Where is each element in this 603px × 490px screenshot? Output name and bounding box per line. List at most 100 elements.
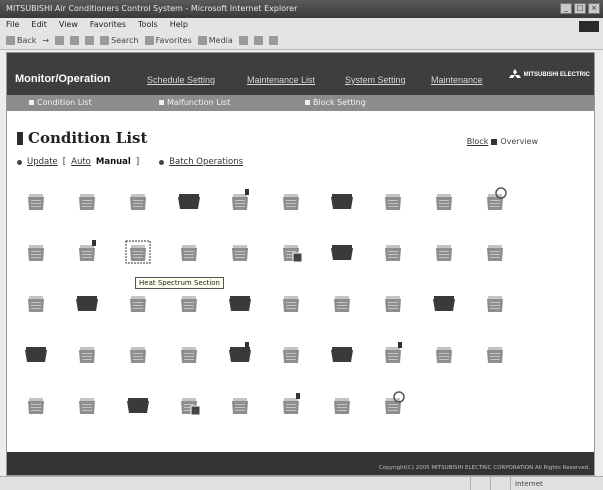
indoor-unit-off-icon[interactable] xyxy=(21,338,51,368)
indoor-unit-fan-icon[interactable] xyxy=(378,389,408,419)
forward-button[interactable]: → xyxy=(42,32,49,50)
indoor-unit-on-icon[interactable] xyxy=(378,287,408,317)
indoor-unit-on-icon[interactable] xyxy=(21,236,51,266)
forward-arrow-icon: → xyxy=(42,35,50,45)
indoor-unit-offalert-icon[interactable] xyxy=(225,338,255,368)
indoor-unit-off-icon[interactable] xyxy=(327,338,357,368)
indoor-unit-sel-icon[interactable] xyxy=(123,236,153,266)
minimize-button[interactable]: _ xyxy=(560,3,572,14)
favorites-label: Favorites xyxy=(155,35,192,45)
three-diamonds-icon xyxy=(508,69,521,78)
nav-monitor-operation[interactable]: Monitor/Operation xyxy=(15,73,110,85)
indoor-unit-alert-icon[interactable] xyxy=(225,185,255,215)
block-link[interactable]: Block xyxy=(467,137,489,146)
indoor-unit-on-icon[interactable] xyxy=(123,338,153,368)
mail-button[interactable] xyxy=(253,36,263,45)
update-link[interactable]: Update xyxy=(27,157,58,167)
history-button[interactable] xyxy=(238,36,248,45)
menu-view[interactable]: View xyxy=(59,18,78,32)
browser-toolbar: Back → Search Favorites Media xyxy=(0,32,603,50)
indoor-unit-on-icon[interactable] xyxy=(480,338,510,368)
print-button[interactable] xyxy=(268,36,278,45)
subnav-condition-list[interactable]: Condition List xyxy=(29,98,92,107)
menu-favorites[interactable]: Favorites xyxy=(90,18,126,32)
indoor-unit-on-icon[interactable] xyxy=(72,338,102,368)
indoor-unit-filter-icon[interactable] xyxy=(174,389,204,419)
indoor-unit-on-icon[interactable] xyxy=(327,287,357,317)
indoor-unit-on-icon[interactable] xyxy=(225,236,255,266)
indoor-unit-off-icon[interactable] xyxy=(72,287,102,317)
indoor-unit-off-icon[interactable] xyxy=(123,389,153,419)
indoor-unit-off-icon[interactable] xyxy=(429,287,459,317)
footer-bar: Copyright(C) 2005 MITSUBISHI ELECTRIC CO… xyxy=(7,452,594,475)
block-selector: Block Overview xyxy=(467,137,538,146)
overview-label[interactable]: Overview xyxy=(500,137,538,146)
manual-mode-selected[interactable]: Manual xyxy=(96,157,131,167)
close-button[interactable]: × xyxy=(588,3,600,14)
indoor-unit-on-icon[interactable] xyxy=(174,287,204,317)
indoor-unit-fan-icon[interactable] xyxy=(480,185,510,215)
stop-button[interactable] xyxy=(55,36,65,45)
brand-logo: MITSUBISHI ELECTRIC xyxy=(508,69,590,80)
indoor-unit-off-icon[interactable] xyxy=(225,287,255,317)
nav-maintenance[interactable]: Maintenance xyxy=(431,75,483,85)
indoor-unit-filter-icon[interactable] xyxy=(276,236,306,266)
media-label: Media xyxy=(208,35,233,45)
indoor-unit-alert-icon[interactable] xyxy=(72,236,102,266)
menu-help[interactable]: Help xyxy=(170,18,188,32)
subnav-malfunction-list[interactable]: Malfunction List xyxy=(159,98,230,107)
indoor-unit-off-icon[interactable] xyxy=(327,185,357,215)
maximize-button[interactable]: □ xyxy=(574,3,586,14)
indoor-unit-off-icon[interactable] xyxy=(174,185,204,215)
refresh-button[interactable] xyxy=(70,36,80,45)
indoor-unit-alert-icon[interactable] xyxy=(276,389,306,419)
indoor-unit-on-icon[interactable] xyxy=(123,185,153,215)
media-icon xyxy=(197,36,207,45)
indoor-unit-on-icon[interactable] xyxy=(276,287,306,317)
indoor-unit-on-icon[interactable] xyxy=(21,185,51,215)
home-button[interactable] xyxy=(85,36,95,45)
back-button[interactable]: Back xyxy=(6,32,36,50)
nav-maintenance-list[interactable]: Maintenance List xyxy=(247,75,315,85)
indoor-unit-on-icon[interactable] xyxy=(378,236,408,266)
media-button[interactable]: Media xyxy=(197,32,233,50)
mail-icon xyxy=(253,36,263,45)
top-navigation: Monitor/Operation Schedule Setting Maint… xyxy=(7,53,594,95)
refresh-icon xyxy=(70,36,80,45)
indoor-unit-on-icon[interactable] xyxy=(429,236,459,266)
indoor-unit-on-icon[interactable] xyxy=(327,389,357,419)
indoor-unit-on-icon[interactable] xyxy=(72,389,102,419)
search-button[interactable]: Search xyxy=(100,32,139,50)
indoor-unit-on-icon[interactable] xyxy=(429,185,459,215)
print-icon xyxy=(268,36,278,45)
indoor-unit-on-icon[interactable] xyxy=(174,338,204,368)
status-bar: Internet xyxy=(0,476,603,490)
indoor-unit-on-icon[interactable] xyxy=(225,389,255,419)
nav-schedule-setting[interactable]: Schedule Setting xyxy=(147,75,215,85)
indoor-unit-on-icon[interactable] xyxy=(276,185,306,215)
favorites-button[interactable]: Favorites xyxy=(144,32,192,50)
auto-mode-link[interactable]: Auto xyxy=(71,157,91,167)
indoor-unit-off-icon[interactable] xyxy=(327,236,357,266)
menu-edit[interactable]: Edit xyxy=(31,18,47,32)
indoor-unit-on-icon[interactable] xyxy=(429,338,459,368)
search-icon xyxy=(100,36,110,45)
search-label: Search xyxy=(111,35,139,45)
indoor-unit-on-icon[interactable] xyxy=(123,287,153,317)
batch-operations-link[interactable]: Batch Operations xyxy=(169,157,243,167)
indoor-unit-on-icon[interactable] xyxy=(21,389,51,419)
stop-icon xyxy=(55,36,65,45)
nav-system-setting[interactable]: System Setting xyxy=(345,75,406,85)
indoor-unit-on-icon[interactable] xyxy=(480,236,510,266)
indoor-unit-on-icon[interactable] xyxy=(72,185,102,215)
indoor-unit-on-icon[interactable] xyxy=(21,287,51,317)
menu-tools[interactable]: Tools xyxy=(138,18,158,32)
menu-file[interactable]: File xyxy=(6,18,19,32)
indoor-unit-on-icon[interactable] xyxy=(174,236,204,266)
indoor-unit-alert-icon[interactable] xyxy=(378,338,408,368)
indoor-unit-on-icon[interactable] xyxy=(378,185,408,215)
subnav-block-setting[interactable]: Block Setting xyxy=(305,98,366,107)
indoor-unit-on-icon[interactable] xyxy=(276,338,306,368)
page-title: Condition List xyxy=(17,129,147,147)
indoor-unit-on-icon[interactable] xyxy=(480,287,510,317)
